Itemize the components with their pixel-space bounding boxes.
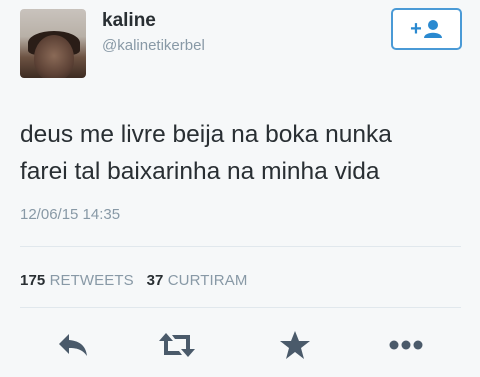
tweet-card: kaline @kalinetikerbel + deus me livre b… [0,0,480,377]
likes-count[interactable]: 37 [147,272,164,289]
follow-plus: + [410,18,422,40]
tweet-text: deus me livre beija na boka nunka farei … [20,116,465,190]
divider [20,307,461,308]
tweet-stats: 175 RETWEETS 37 CURTIRAM [20,272,247,289]
tweet-text-line2: farei tal baixarinha na minha vida [20,158,380,185]
retweet-icon [159,333,195,357]
retweet-button[interactable] [155,325,199,365]
avatar-face [34,35,74,78]
reply-button[interactable] [51,325,95,365]
action-bar [0,325,480,365]
reply-icon [59,334,87,356]
likes-label[interactable]: CURTIRAM [168,272,248,289]
divider [20,246,461,247]
tweet-text-line1: deus me livre beija na boka nunka [20,121,392,148]
follow-button[interactable]: + [391,8,462,50]
user-handle[interactable]: @kalinetikerbel [102,37,205,54]
favorite-icon [280,331,310,359]
person-icon [423,20,442,38]
more-icon [389,340,423,350]
retweets-count[interactable]: 175 [20,272,45,289]
avatar[interactable] [20,9,86,78]
retweets-label[interactable]: RETWEETS [50,272,134,289]
more-button[interactable] [384,325,428,365]
user-name[interactable]: kaline [102,10,156,32]
favorite-button[interactable] [273,325,317,365]
tweet-timestamp: 12/06/15 14:35 [20,206,121,223]
